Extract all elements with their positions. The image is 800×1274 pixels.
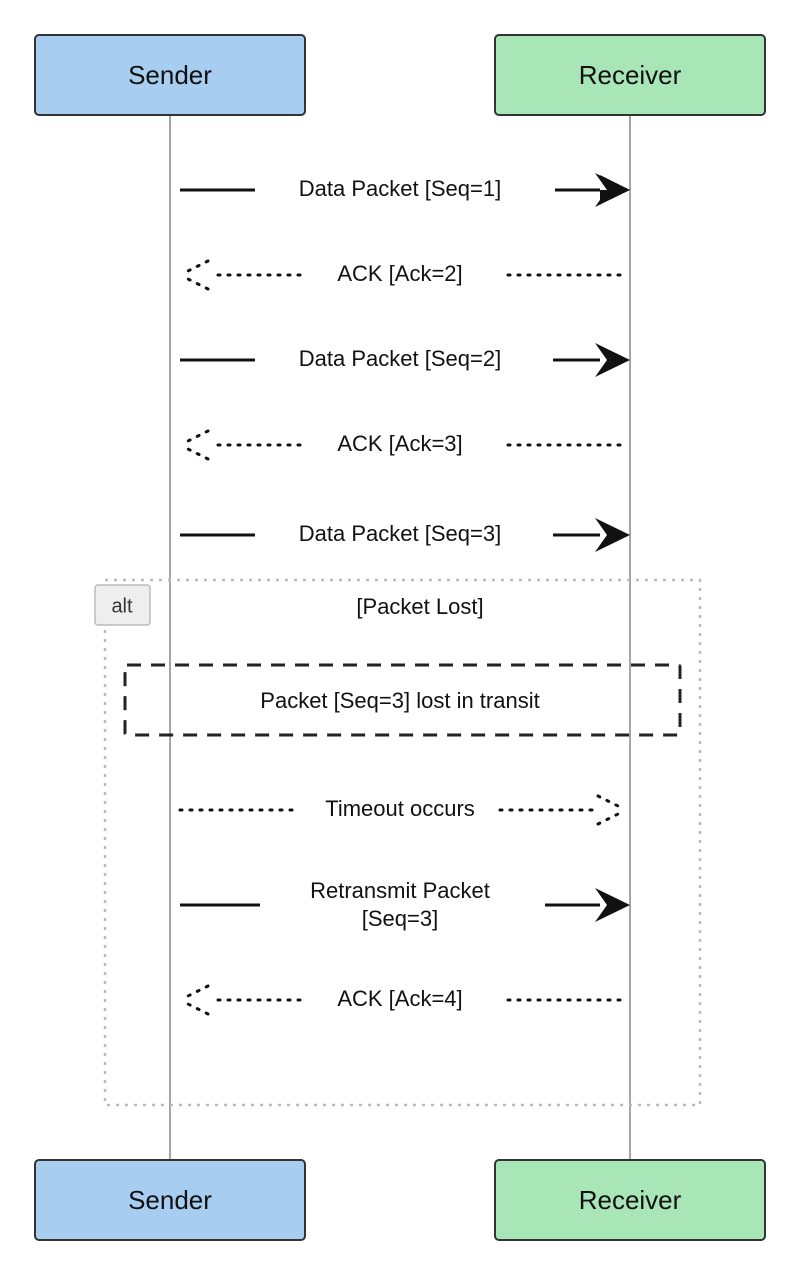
note-text: Packet [Seq=3] lost in transit [260, 688, 539, 713]
msg-ack4: ACK [Ack=4] [184, 986, 620, 1014]
svg-text:ACK [Ack=2]: ACK [Ack=2] [337, 261, 462, 286]
alt-title: [Packet Lost] [356, 594, 483, 619]
msg-data-seq2: Data Packet [Seq=2] [180, 343, 630, 377]
receiver-label-top: Receiver [579, 60, 682, 90]
svg-text:Data Packet [Seq=1]: Data Packet [Seq=1] [299, 176, 501, 201]
sender-label-top: Sender [128, 60, 212, 90]
msg-data-seq1: Data Packet [Seq=1] [180, 173, 630, 207]
svg-text:ACK [Ack=4]: ACK [Ack=4] [337, 986, 462, 1011]
svg-text:Data Packet [Seq=2]: Data Packet [Seq=2] [299, 346, 501, 371]
sender-label-bottom: Sender [128, 1185, 212, 1215]
sequence-diagram: Sender Receiver Data Packet [Seq=1] ACK … [0, 0, 800, 1274]
msg-data-seq3: Data Packet [Seq=3] [180, 518, 630, 552]
msg-timeout: Timeout occurs [180, 796, 622, 824]
svg-text:[Seq=3]: [Seq=3] [362, 906, 438, 931]
msg-retransmit: Retransmit Packet [Seq=3] [180, 878, 630, 931]
msg-ack3: ACK [Ack=3] [184, 431, 620, 459]
receiver-label-bottom: Receiver [579, 1185, 682, 1215]
svg-text:Data Packet [Seq=3]: Data Packet [Seq=3] [299, 521, 501, 546]
alt-frame [105, 580, 700, 1105]
svg-text:Retransmit Packet: Retransmit Packet [310, 878, 490, 903]
svg-text:ACK [Ack=3]: ACK [Ack=3] [337, 431, 462, 456]
msg-ack2: ACK [Ack=2] [184, 261, 620, 289]
alt-tag-label: alt [111, 595, 133, 617]
svg-text:Timeout occurs: Timeout occurs [325, 796, 475, 821]
